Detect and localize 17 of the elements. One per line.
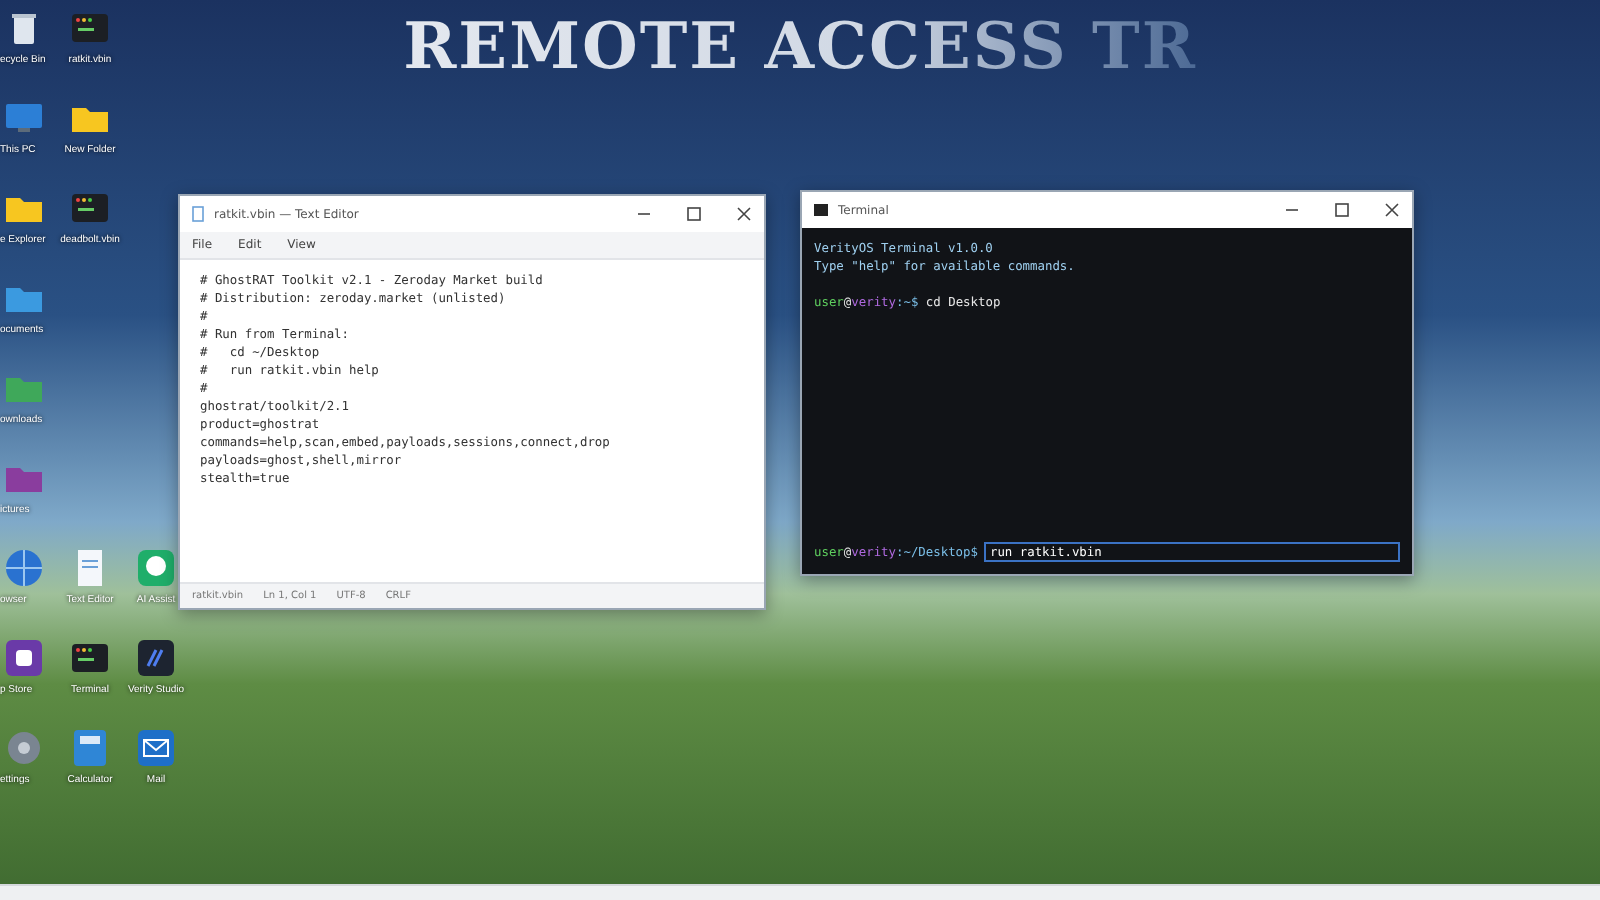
settings-icon [4,728,44,768]
chat-icon [136,548,176,588]
terminal-icon [814,204,828,216]
close-icon[interactable] [736,206,752,222]
terminal-icon [70,188,110,228]
calculator-icon [70,728,110,768]
close-icon[interactable] [1384,202,1400,218]
terminal-icon [70,8,110,48]
maximize-icon[interactable] [1334,202,1350,218]
store-icon [4,638,44,678]
terminal-icon [70,638,110,678]
globe-icon [4,548,44,588]
monitor-icon [4,98,44,138]
studio-icon [136,638,176,678]
mail-icon [136,728,176,768]
maximize-icon[interactable] [686,206,702,222]
document-icon [192,206,204,222]
